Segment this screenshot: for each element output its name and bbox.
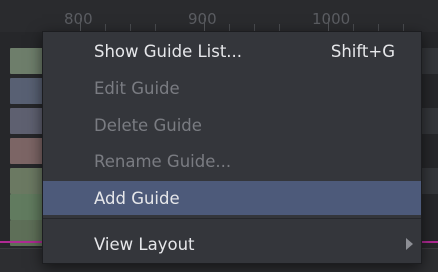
menu-item-rename-guide[interactable]: Rename Guide... [43, 144, 421, 178]
ruler-tick [80, 18, 81, 32]
menu-item-shortcut: Shift+G [330, 41, 395, 61]
track-swatch [10, 78, 46, 104]
track-swatch [10, 194, 46, 220]
menu-item-view-layout[interactable]: View Layout [43, 227, 421, 261]
guide-context-menu: Show Guide List... Shift+G Edit Guide De… [42, 31, 422, 264]
menu-item-delete-guide[interactable]: Delete Guide [43, 108, 421, 142]
track-swatch [10, 108, 46, 134]
ruler-label-900: 900 [188, 10, 217, 28]
ruler-label-1000: 1000 [312, 10, 351, 28]
menu-item-label: Edit Guide [94, 78, 180, 98]
track-bar [420, 168, 438, 194]
ruler-tick [328, 18, 329, 32]
submenu-arrow-icon [406, 238, 413, 250]
ruler-label-800: 800 [64, 10, 93, 28]
ruler-tick [204, 18, 205, 32]
menu-item-edit-guide[interactable]: Edit Guide [43, 71, 421, 105]
menu-separator [43, 218, 421, 219]
menu-item-add-guide[interactable]: Add Guide [43, 181, 421, 215]
track-swatch [10, 138, 46, 164]
menu-item-label: Add Guide [94, 188, 180, 208]
menu-item-label: Show Guide List... [94, 41, 243, 61]
track-bar [420, 108, 438, 134]
track-bar [420, 48, 438, 74]
timeline-ruler[interactable]: 800 900 1000 [0, 0, 438, 32]
menu-item-show-guide-list[interactable]: Show Guide List... Shift+G [43, 34, 421, 68]
menu-item-label: Rename Guide... [94, 151, 232, 171]
menu-item-label: View Layout [94, 234, 195, 254]
menu-item-label: Delete Guide [94, 115, 202, 135]
track-swatch [10, 48, 46, 74]
track-swatch [10, 168, 46, 194]
